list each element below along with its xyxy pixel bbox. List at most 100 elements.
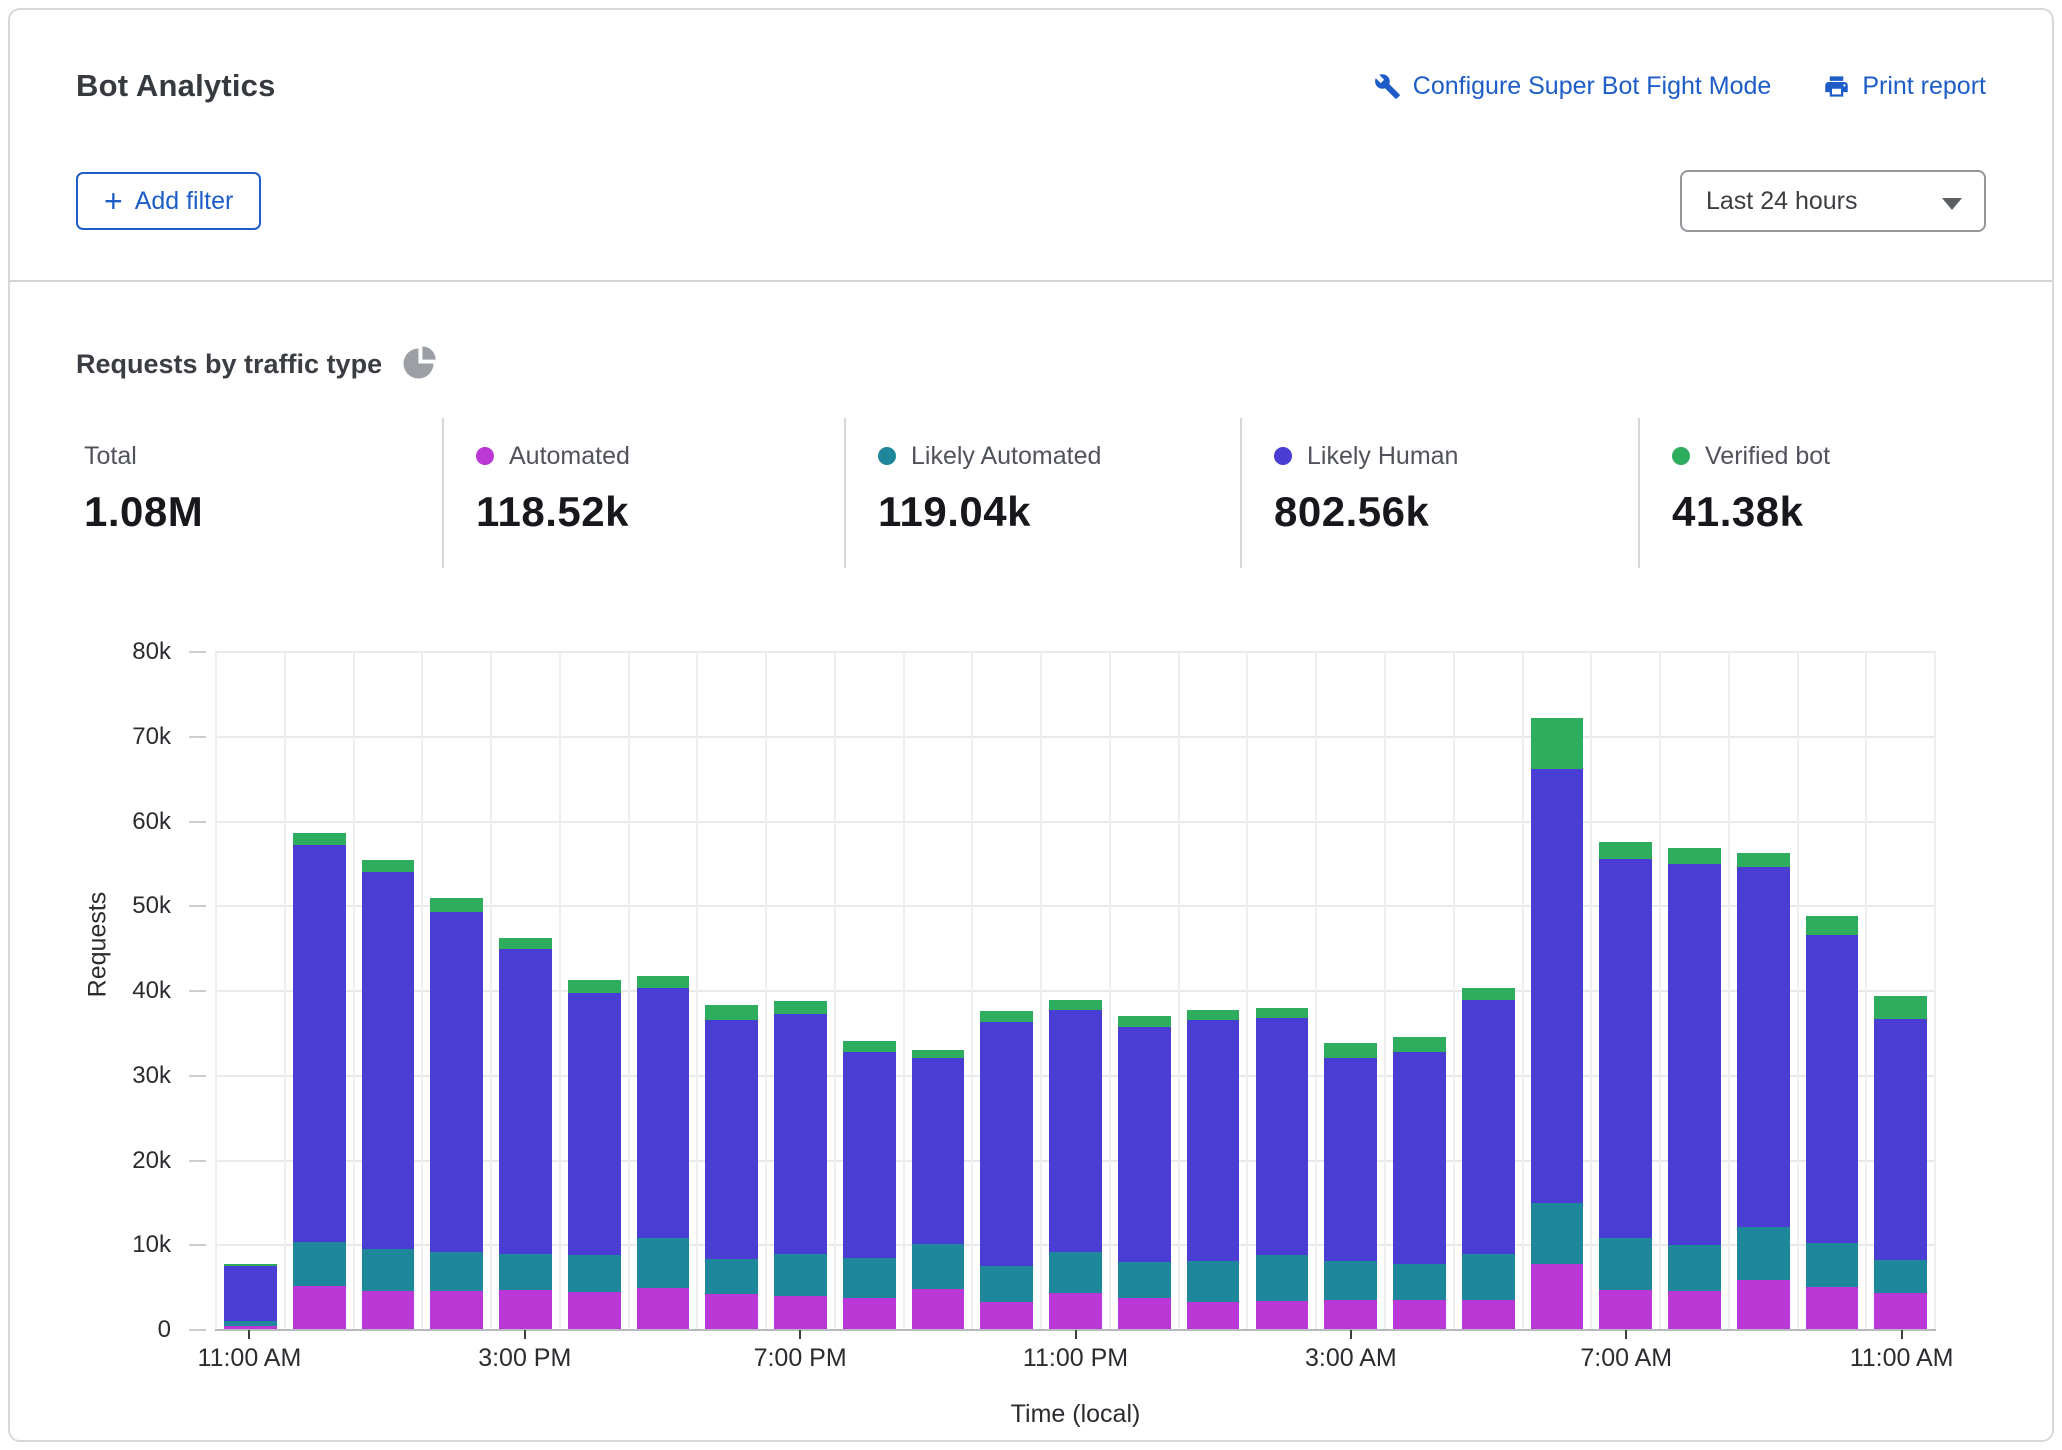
print-link-label: Print report	[1862, 71, 1986, 100]
bar-segment-verified-bot	[1668, 847, 1721, 864]
bar-segment-likely-automated	[430, 1252, 484, 1292]
stacked-bar-5-00-am[interactable]	[1461, 987, 1515, 1330]
stacked-bar-7-00-am[interactable]	[1599, 841, 1653, 1330]
bar-slot	[1384, 652, 1453, 1330]
bar-segment-verified-bot	[636, 975, 690, 989]
y-tick-label: 50k	[132, 892, 171, 920]
stacked-bar-9-00-am[interactable]	[1736, 852, 1790, 1330]
bar-slot	[971, 652, 1040, 1330]
stacked-bar-8-00-am[interactable]	[1668, 847, 1721, 1330]
bar-segment-automated	[636, 1288, 690, 1330]
stacked-bar-4-00-pm[interactable]	[567, 980, 621, 1330]
time-range-dropdown[interactable]: Last 24 hours	[1680, 170, 1986, 232]
y-tick-label: 40k	[132, 977, 171, 1004]
stacked-bar-3-00-pm[interactable]	[499, 937, 552, 1330]
stat-automated: Automated 118.52k	[442, 418, 844, 568]
stacked-bar-2-00-pm[interactable]	[430, 897, 484, 1330]
stacked-bar-3-00-am[interactable]	[1324, 1042, 1377, 1330]
section-title: Requests by traffic type	[76, 348, 383, 379]
bar-segment-likely-human	[292, 845, 346, 1242]
bar-segment-automated	[705, 1294, 759, 1330]
add-filter-button[interactable]: + Add filter	[76, 172, 262, 230]
stacked-bar-1-00-pm[interactable]	[361, 859, 415, 1330]
bar-segment-likely-human	[842, 1052, 896, 1258]
stat-value: 41.38k	[1672, 488, 1804, 535]
stacked-bar-10-00-pm[interactable]	[980, 1011, 1034, 1330]
stacked-bar-5-00-pm[interactable]	[636, 975, 690, 1330]
bar-segment-automated	[1805, 1286, 1859, 1330]
bar-segment-automated	[911, 1289, 965, 1330]
y-tick-mark	[189, 1329, 206, 1331]
stacked-bar-12-00-pm[interactable]	[292, 833, 346, 1330]
bar-segment-verified-bot	[1874, 996, 1928, 1019]
stat-value: 1.08M	[84, 488, 204, 535]
bar-segment-likely-automated	[1324, 1260, 1377, 1300]
y-tick-mark	[189, 905, 206, 908]
bar-segment-verified-bot	[1530, 718, 1584, 769]
x-tick-mark	[248, 1330, 251, 1339]
header: Bot Analytics Configure Super Bot Fight …	[10, 10, 2052, 280]
bar-segment-verified-bot	[1599, 841, 1653, 859]
bar-segment-likely-human	[1049, 1009, 1102, 1253]
bar-segment-verified-bot	[1117, 1016, 1171, 1027]
y-tick-mark	[189, 1074, 206, 1077]
bar-segment-verified-bot	[774, 1001, 827, 1014]
stacked-bar-9-00-pm[interactable]	[911, 1049, 965, 1330]
bar-segment-automated	[1599, 1290, 1653, 1330]
stacked-bar-2-00-am[interactable]	[1255, 1007, 1309, 1330]
bar-segment-likely-human	[705, 1019, 759, 1259]
stat-label: Verified bot	[1705, 441, 1831, 470]
stacked-bar-10-00-am[interactable]	[1805, 916, 1859, 1330]
x-tick-label: 3:00 PM	[478, 1344, 572, 1372]
bar-segment-likely-human	[980, 1022, 1034, 1266]
stacked-bar-12-00-am[interactable]	[1117, 1016, 1171, 1330]
bar-segment-likely-automated	[567, 1255, 621, 1292]
plus-icon: +	[104, 183, 123, 219]
stacked-bar-11-00-am[interactable]	[1874, 996, 1928, 1330]
bar-segment-likely-automated	[636, 1238, 690, 1289]
bar-segment-automated	[1461, 1300, 1515, 1330]
y-tick-mark	[189, 651, 206, 653]
print-report-link[interactable]: Print report	[1823, 72, 1986, 101]
bar-slot	[765, 652, 834, 1330]
bar-segment-likely-human	[1117, 1026, 1171, 1263]
bar-segment-likely-automated	[1461, 1253, 1515, 1301]
bar-segment-automated	[842, 1297, 896, 1330]
stacked-bar-4-00-am[interactable]	[1393, 1036, 1446, 1330]
bar-segment-verified-bot	[1324, 1042, 1377, 1058]
x-tick-mark	[1900, 1330, 1903, 1339]
stacked-bar-6-00-pm[interactable]	[705, 1005, 759, 1330]
bar-slot	[1796, 652, 1866, 1330]
stacked-bar-1-00-am[interactable]	[1186, 1009, 1240, 1330]
bar-segment-automated	[1393, 1300, 1446, 1330]
x-tick-mark	[1625, 1330, 1628, 1339]
bar-segment-automated	[361, 1291, 415, 1330]
stacked-bar-11-00-pm[interactable]	[1049, 999, 1102, 1330]
y-tick-mark	[189, 735, 206, 738]
automated-legend-dot-icon	[476, 447, 494, 465]
stat-total: Total 1.08M	[76, 418, 442, 568]
bar-segment-likely-automated	[1874, 1259, 1928, 1293]
stacked-bar-11-00-am[interactable]	[224, 1263, 277, 1330]
bar-segment-likely-human	[911, 1057, 965, 1244]
x-tick-label: 7:00 AM	[1580, 1344, 1673, 1372]
stacked-bar-8-00-pm[interactable]	[842, 1041, 896, 1330]
bar-segment-verified-bot	[292, 833, 346, 846]
configure-super-bot-fight-mode-link[interactable]: Configure Super Bot Fight Mode	[1374, 72, 1771, 101]
bar-segment-likely-automated	[1805, 1242, 1859, 1287]
bar-segment-verified-bot	[1186, 1009, 1240, 1020]
bar-segment-automated	[980, 1302, 1034, 1330]
bar-segment-likely-automated	[1049, 1252, 1102, 1293]
x-tick-mark	[799, 1330, 802, 1339]
bar-segment-likely-automated	[1255, 1255, 1309, 1302]
bar-segment-automated	[1255, 1301, 1309, 1330]
stacked-bar-6-00-am[interactable]	[1530, 718, 1584, 1330]
y-tick-label: 60k	[132, 807, 171, 835]
stat-likely-human: Likely Human 802.56k	[1240, 418, 1638, 568]
stat-value: 802.56k	[1274, 488, 1430, 535]
bar-slot	[1659, 652, 1728, 1330]
bar-slot	[1590, 652, 1659, 1330]
bar-segment-automated	[292, 1285, 346, 1330]
x-tick-label: 11:00 AM	[1849, 1344, 1954, 1372]
stacked-bar-7-00-pm[interactable]	[774, 1001, 827, 1330]
